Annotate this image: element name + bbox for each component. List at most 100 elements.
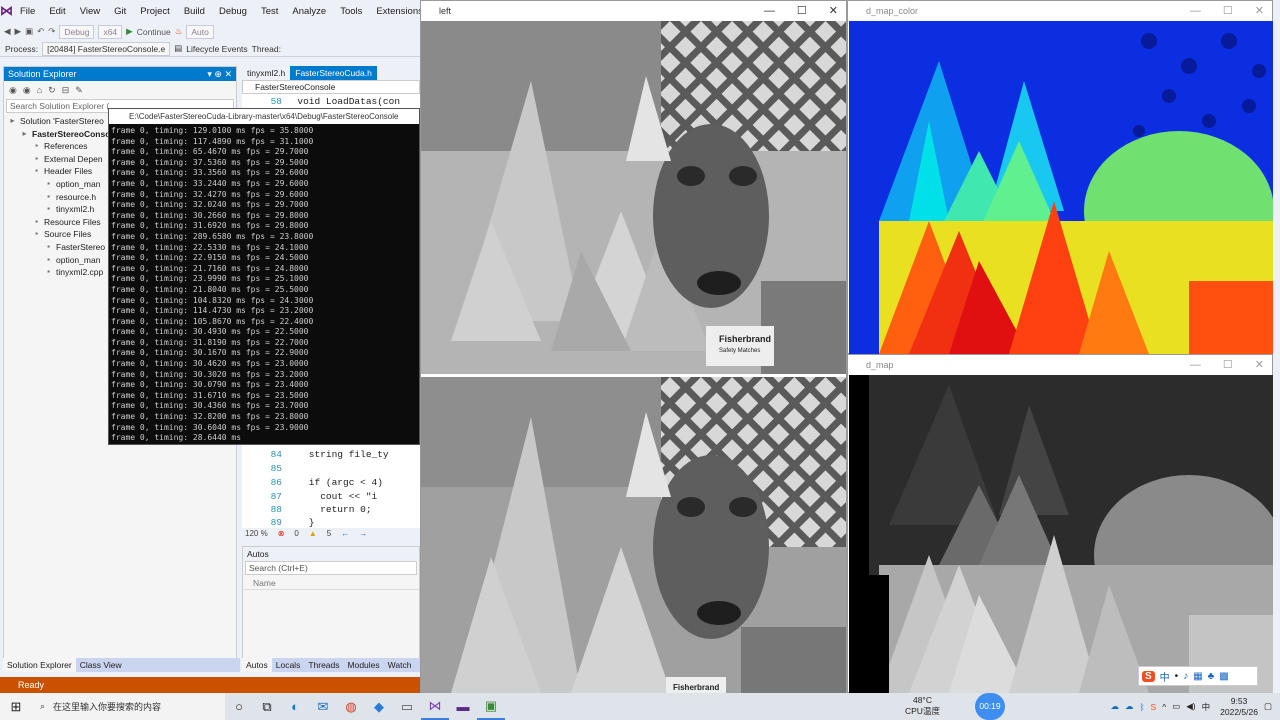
menu-build[interactable]: Build: [177, 6, 212, 17]
menu-tools[interactable]: Tools: [333, 6, 369, 17]
menu-debug[interactable]: Debug: [212, 6, 254, 17]
redo-icon[interactable]: ↷: [48, 26, 55, 37]
console-app-icon[interactable]: ▬: [449, 693, 477, 720]
disparity-color-image: [849, 21, 1273, 354]
app-icon[interactable]: ◆: [365, 693, 393, 720]
menu-git[interactable]: Git: [107, 6, 133, 17]
menu-view[interactable]: View: [73, 6, 107, 17]
autos-name-column[interactable]: Name: [243, 577, 419, 590]
menu-project[interactable]: Project: [133, 6, 177, 17]
collapse-icon[interactable]: ⊟: [62, 85, 70, 96]
warning-count[interactable]: 5: [327, 528, 331, 540]
save-all-icon[interactable]: ▣: [25, 26, 33, 37]
shirt-icon[interactable]: ♣: [1208, 671, 1215, 682]
bluetooth-icon[interactable]: ᛒ: [1139, 702, 1144, 712]
menu-analyze[interactable]: Analyze: [285, 6, 333, 17]
menu-file[interactable]: File: [13, 6, 42, 17]
auto-dropdown[interactable]: Auto: [186, 24, 214, 39]
cloud-icon[interactable]: ☁: [1125, 701, 1134, 712]
close-icon[interactable]: ✕: [1255, 355, 1264, 375]
tab-class-view[interactable]: Class View: [76, 658, 126, 672]
vs-menubar: ⋈ File Edit View Git Project Build Debug…: [0, 0, 446, 22]
edge-icon[interactable]: ◐: [281, 693, 309, 720]
console-window[interactable]: E:\Code\FasterStereoCuda-Library-master\…: [108, 108, 420, 445]
disparity-color-window[interactable]: d_map_color — ☐ ✕: [847, 0, 1273, 354]
close-icon[interactable]: ✕: [1255, 1, 1264, 21]
taskbar-search[interactable]: ⌕ 在这里输入你要搜索的内容: [0, 693, 225, 720]
tab-threads[interactable]: Threads: [304, 658, 343, 672]
tab-autos[interactable]: Autos: [242, 658, 272, 672]
tab-locals[interactable]: Locals: [272, 658, 305, 672]
windows-start-icon[interactable]: ⊞: [2, 693, 30, 720]
back-icon[interactable]: ◀: [4, 26, 11, 37]
back-icon[interactable]: ◉: [9, 85, 17, 96]
maximize-icon[interactable]: ☐: [1223, 355, 1233, 375]
mail-icon[interactable]: ✉: [309, 693, 337, 720]
minimize-icon[interactable]: —: [764, 1, 775, 21]
continue-icon[interactable]: ▶: [126, 26, 133, 37]
editor-scope-dropdown[interactable]: FasterStereoConsole: [242, 80, 420, 94]
forward-icon[interactable]: ▶: [15, 26, 22, 37]
maximize-icon[interactable]: ☐: [1223, 1, 1233, 21]
lifecycle-events[interactable]: Lifecycle Events: [186, 44, 247, 54]
code-line: 86 if (argc < 4): [270, 477, 383, 488]
network-icon[interactable]: ▭: [1172, 701, 1180, 712]
warning-icon[interactable]: ▲: [309, 528, 317, 540]
tree-node-icon: ▪: [35, 229, 38, 239]
flame-icon[interactable]: ♨: [175, 26, 183, 37]
undo-icon[interactable]: ↶: [37, 26, 44, 37]
left-image-window[interactable]: left — ☐ ✕ Fisherbrand Safety Matches Fi…: [420, 0, 847, 693]
disparity-gray-image: [849, 375, 1273, 693]
ime-language[interactable]: 中: [1160, 669, 1170, 684]
explorer-icon[interactable]: ▭: [393, 693, 421, 720]
tree-node-icon: ▪: [35, 216, 38, 226]
pin-icon[interactable]: ▾ ⊕ ✕: [207, 67, 232, 81]
forward-icon[interactable]: ◉: [23, 85, 31, 96]
notification-icon[interactable]: ▢: [1264, 701, 1272, 712]
close-icon[interactable]: ✕: [829, 1, 838, 21]
error-icon[interactable]: ⊗: [278, 528, 285, 540]
task-view-icon[interactable]: ⧉: [253, 693, 281, 720]
tab-fasterstereocuda-h[interactable]: FasterStereoCuda.h: [290, 66, 377, 80]
config-dropdown[interactable]: Debug: [59, 24, 95, 39]
volume-icon[interactable]: ◀): [1186, 701, 1195, 712]
wrench-icon[interactable]: ✎: [75, 85, 83, 96]
minimize-icon[interactable]: —: [1190, 1, 1201, 21]
ime-tray-icon[interactable]: 中: [1202, 701, 1211, 713]
clock[interactable]: 9:53 2022/5/26: [1220, 696, 1258, 718]
cpu-temp-widget[interactable]: 48°C CPU温度: [905, 695, 940, 717]
keyboard-icon[interactable]: ▦: [1193, 671, 1202, 682]
home-icon[interactable]: ⌂: [37, 85, 42, 95]
minimize-icon[interactable]: —: [1190, 355, 1201, 375]
autos-search-input[interactable]: Search (Ctrl+E): [245, 561, 417, 575]
tab-tinyxml2-h[interactable]: tinyxml2.h: [242, 66, 290, 80]
recording-timer[interactable]: 00:19: [975, 693, 1005, 720]
grid-icon[interactable]: ▩: [1219, 671, 1228, 682]
maximize-icon[interactable]: ☐: [797, 1, 807, 21]
platform-dropdown[interactable]: x64: [98, 24, 123, 39]
onedrive-icon[interactable]: ☁: [1110, 701, 1119, 712]
sogou-icon[interactable]: S: [1142, 670, 1155, 682]
chevron-up-icon[interactable]: ^: [1162, 702, 1166, 712]
chrome-icon[interactable]: ◍: [337, 693, 365, 720]
cortana-icon[interactable]: ○: [225, 693, 253, 720]
menu-edit[interactable]: Edit: [42, 6, 72, 17]
nav-back-icon[interactable]: ←: [341, 528, 349, 540]
vs-logo-icon[interactable]: ⋈: [0, 0, 13, 22]
refresh-icon[interactable]: ↻: [48, 85, 56, 96]
nav-forward-icon[interactable]: →: [359, 528, 367, 540]
zoom-level[interactable]: 120 %: [245, 528, 268, 540]
tab-watch[interactable]: Watch: [384, 658, 416, 672]
tab-modules[interactable]: Modules: [344, 658, 384, 672]
continue-button[interactable]: Continue: [137, 27, 171, 37]
error-count[interactable]: 0: [294, 528, 298, 540]
punctuation-icon[interactable]: •: [1175, 671, 1179, 682]
microphone-icon[interactable]: ♪: [1183, 671, 1188, 682]
disparity-gray-window[interactable]: d_map — ☐ ✕: [847, 354, 1273, 693]
process-dropdown[interactable]: [20484] FasterStereoConsole.e: [42, 41, 171, 56]
tab-solution-explorer[interactable]: Solution Explorer: [3, 658, 76, 672]
visual-studio-icon[interactable]: ⋈: [421, 693, 449, 720]
menu-test[interactable]: Test: [254, 6, 285, 17]
opencv-window-icon[interactable]: ▣: [477, 693, 505, 720]
sogou-tray-icon[interactable]: S: [1151, 702, 1157, 712]
